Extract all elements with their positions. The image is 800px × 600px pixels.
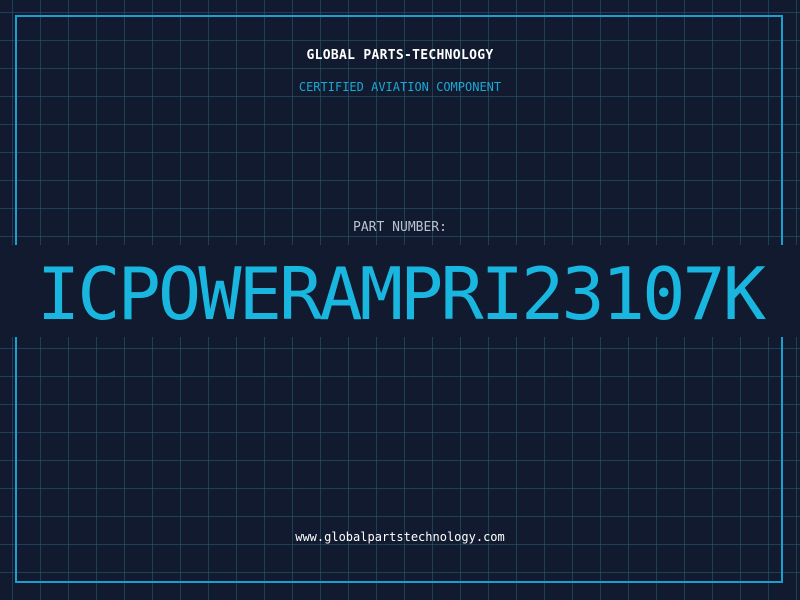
company-name: GLOBAL PARTS-TECHNOLOGY (306, 48, 494, 63)
certification-subtitle: CERTIFIED AVIATION COMPONENT (298, 80, 502, 94)
website-url: www.globalpartstechnology.com (295, 530, 505, 544)
part-number-label: PART NUMBER: (353, 220, 447, 235)
blueprint-canvas: GLOBAL PARTS-TECHNOLOGY CERTIFIED AVIATI… (0, 0, 800, 600)
part-number-value: ICPOWERAMPRI23107K (36, 252, 766, 336)
